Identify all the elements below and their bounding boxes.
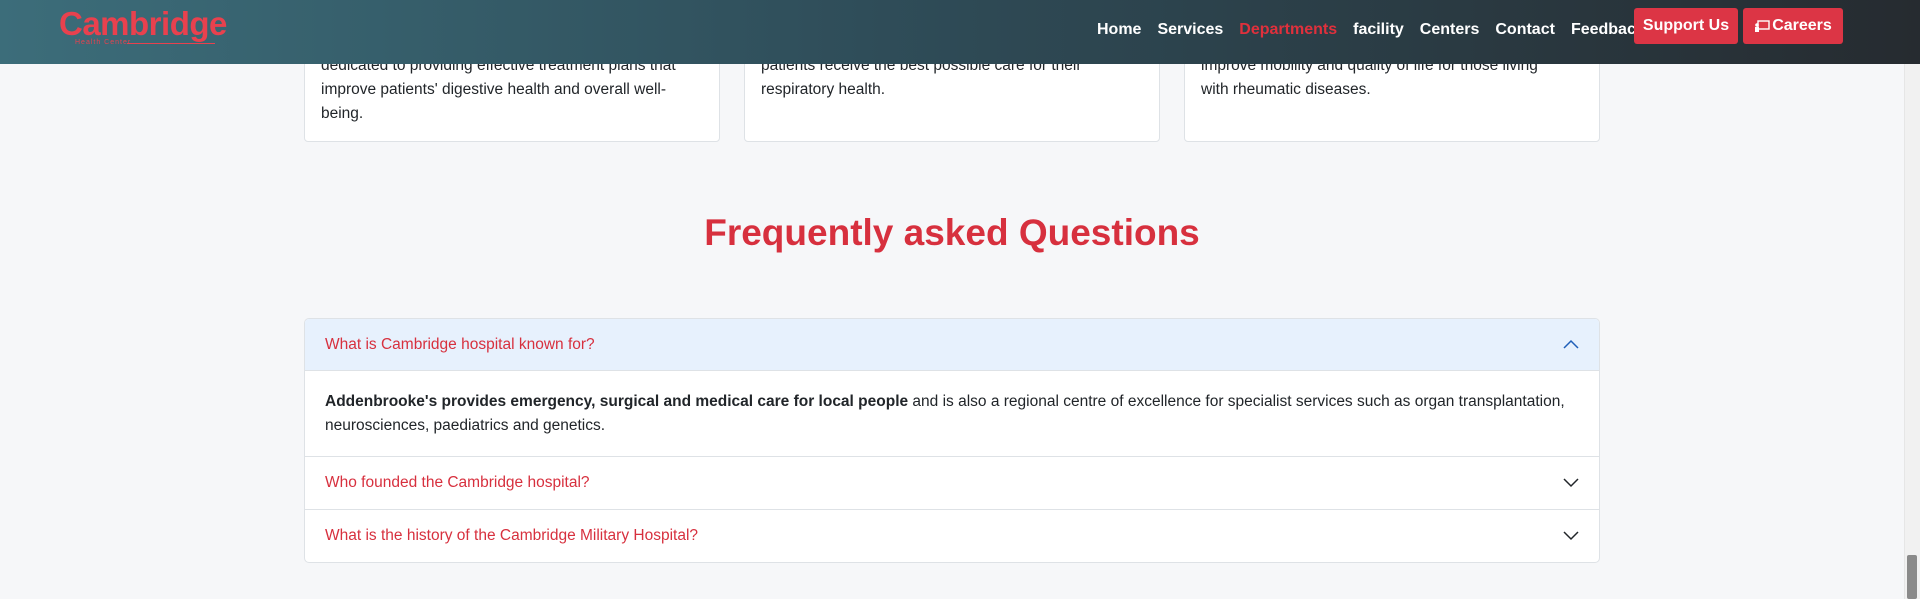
faq-question-button[interactable]: What is Cambridge hospital known for? — [305, 319, 1599, 371]
nav-link-home[interactable]: Home — [1097, 21, 1141, 39]
nav-links: Home Services Departments facility Cente… — [1097, 0, 1661, 60]
careers-button[interactable]: Careers — [1743, 8, 1843, 44]
faq-question-label: What is Cambridge hospital known for? — [325, 335, 595, 353]
nav-link-services[interactable]: Services — [1157, 21, 1223, 39]
logo[interactable]: Cambridge Health Center — [59, 5, 227, 47]
faq-title: Frequently asked Questions — [704, 212, 1200, 253]
card-text-line: being. — [321, 105, 364, 122]
navbar: Cambridge Health Center Home Services De… — [0, 0, 1920, 64]
scrollbar[interactable] — [1904, 0, 1920, 599]
person-chalkboard-icon — [1755, 20, 1770, 32]
logo-underline — [127, 43, 215, 44]
card-text-line: with rheumatic diseases. — [1201, 81, 1371, 98]
chevron-up-icon — [1563, 339, 1579, 349]
faq-item: Who founded the Cambridge hospital? — [305, 457, 1599, 510]
page: dedicated to providing effective treatme… — [0, 0, 1904, 599]
careers-label: Careers — [1772, 17, 1832, 34]
faq-answer-bold: Addenbrooke's provides emergency, surgic… — [325, 393, 909, 410]
nav-link-contact[interactable]: Contact — [1495, 21, 1555, 39]
faq-answer: Addenbrooke's provides emergency, surgic… — [305, 371, 1599, 456]
nav-link-centers[interactable]: Centers — [1420, 21, 1480, 39]
card-text-line: improve patients' digestive health and o… — [321, 81, 667, 98]
chevron-down-icon — [1563, 531, 1579, 541]
scrollbar-thumb[interactable] — [1907, 555, 1917, 599]
faq-question-label: What is the history of the Cambridge Mil… — [325, 527, 699, 544]
support-us-button[interactable]: Support Us — [1634, 8, 1738, 44]
nav-link-departments[interactable]: Departments — [1239, 21, 1337, 39]
logo-subtitle: Health Center — [75, 39, 132, 46]
faq-item: What is the history of the Cambridge Mil… — [305, 510, 1599, 562]
nav-link-facility[interactable]: facility — [1353, 21, 1404, 39]
faq-accordion: What is Cambridge hospital known for? Ad… — [304, 318, 1600, 563]
faq-question-button[interactable]: Who founded the Cambridge hospital? — [305, 457, 1599, 509]
faq-item: What is Cambridge hospital known for? Ad… — [305, 319, 1599, 457]
chevron-down-icon — [1563, 478, 1579, 488]
faq-question-button[interactable]: What is the history of the Cambridge Mil… — [305, 510, 1599, 562]
logo-text: Cambridge — [59, 5, 227, 42]
faq-question-label: Who founded the Cambridge hospital? — [325, 474, 590, 491]
card-text-line: respiratory health. — [761, 81, 886, 98]
